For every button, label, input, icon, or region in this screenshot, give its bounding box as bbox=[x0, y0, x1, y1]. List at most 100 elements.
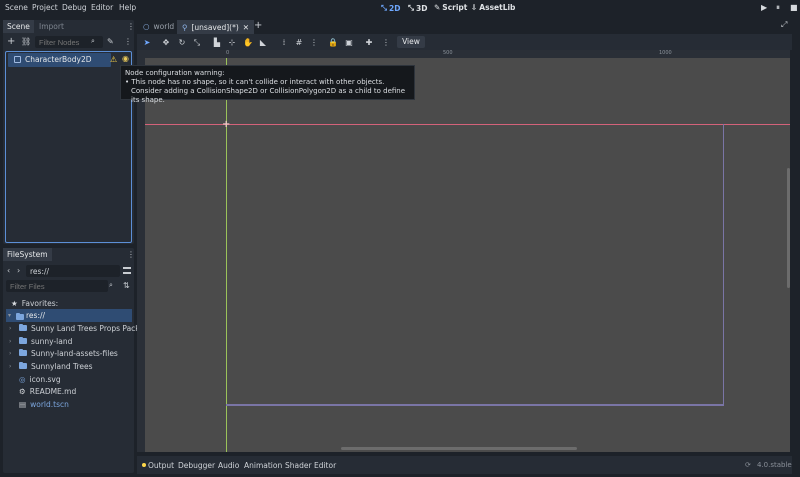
viewport-bounds-bottom bbox=[226, 405, 724, 406]
ruler-tool-icon[interactable]: ◣ bbox=[257, 37, 269, 48]
filter-files-input[interactable] bbox=[6, 280, 108, 292]
ruler-tick: 500 bbox=[443, 50, 453, 56]
folder-icon bbox=[19, 348, 27, 356]
ruler-top: 0 500 1000 bbox=[137, 50, 790, 58]
svg-file-icon: ◎ bbox=[19, 374, 26, 384]
list-item[interactable]: › sunny-land bbox=[9, 335, 72, 347]
mode-2d-button[interactable]: ⤡ 2D bbox=[381, 3, 400, 13]
script-attach-icon[interactable]: ✎ bbox=[107, 37, 114, 46]
sort-icon[interactable]: ⇅ bbox=[123, 281, 130, 290]
warning-icon[interactable]: ⚠ bbox=[110, 55, 117, 64]
tab-debugger[interactable]: Debugger bbox=[178, 461, 215, 470]
visibility-icon[interactable]: ◉ bbox=[122, 54, 129, 63]
menu-scene[interactable]: Scene bbox=[5, 3, 28, 12]
distraction-free-icon[interactable]: ⤢ bbox=[781, 20, 787, 30]
root-row[interactable]: ▾ res:// bbox=[6, 309, 132, 322]
dock-menu-icon[interactable]: ⋮ bbox=[127, 22, 135, 31]
assetlib-button[interactable]: ⇩ AssetLib bbox=[471, 3, 515, 12]
bottom-panel-bar: Output Debugger Audio Animation Shader E… bbox=[137, 456, 792, 474]
scene-node-icon: ○ bbox=[143, 22, 150, 31]
selectable-tool-icon[interactable]: ▙ bbox=[211, 37, 223, 48]
folder-icon bbox=[19, 323, 27, 331]
select-tool-icon[interactable]: ➤ bbox=[141, 37, 153, 48]
node-label: CharacterBody2D bbox=[25, 55, 92, 64]
list-item[interactable]: ⚙ README.md bbox=[9, 385, 76, 397]
mode-3d-button[interactable]: ⤡ 3D bbox=[408, 3, 427, 13]
group-icon[interactable]: ▣ bbox=[343, 37, 355, 48]
list-item[interactable]: ▤ world.tscn bbox=[9, 398, 69, 410]
tree-node-selected[interactable]: CharacterBody2D bbox=[8, 53, 111, 67]
origin-crosshair-icon: + bbox=[222, 119, 231, 130]
vertical-scrollbar[interactable] bbox=[787, 168, 790, 288]
tab-audio[interactable]: Audio bbox=[218, 461, 239, 470]
search-icon: ⌕ bbox=[109, 281, 113, 289]
add-node-icon[interactable]: + bbox=[7, 36, 15, 47]
script-mode-button[interactable]: ✎ Script bbox=[434, 3, 467, 12]
forward-icon[interactable]: › bbox=[17, 266, 20, 275]
add-tab-icon[interactable]: + bbox=[254, 20, 262, 31]
collapse-arrow-icon: › bbox=[9, 324, 12, 332]
scale-tool-icon[interactable]: ⤡ bbox=[191, 37, 203, 48]
bone-icon[interactable]: ✚ bbox=[363, 37, 375, 48]
list-item[interactable]: ◎ icon.svg bbox=[9, 373, 61, 385]
tooltip-title: Node configuration warning: bbox=[125, 69, 225, 77]
version-label: 4.0.stable bbox=[757, 461, 792, 469]
characterbody2d-icon bbox=[14, 56, 21, 63]
path-field[interactable]: res:// bbox=[26, 265, 120, 277]
snap-options-icon[interactable]: ⋮ bbox=[308, 37, 320, 48]
tab-import[interactable]: Import bbox=[35, 20, 68, 33]
menu-project[interactable]: Project bbox=[32, 3, 58, 12]
scene-tree: CharacterBody2D ⚠ ◉ bbox=[5, 51, 132, 243]
update-spinner-icon: ⟳ bbox=[745, 461, 751, 469]
folder-icon bbox=[19, 336, 27, 344]
ruler-tick: 1000 bbox=[659, 50, 672, 56]
grid-snap-icon[interactable]: # bbox=[293, 37, 305, 48]
link-icon[interactable]: ⛓ bbox=[21, 37, 31, 46]
close-icon[interactable]: ✕ bbox=[243, 23, 249, 32]
scene-dock: Scene Import ⋮ + ⛓ ⌕ ✎ ⋮ CharacterBody2D… bbox=[3, 20, 135, 244]
folder-icon bbox=[16, 312, 24, 320]
menu-help[interactable]: Help bbox=[119, 3, 136, 12]
script-icon: ✎ bbox=[434, 3, 441, 12]
tab-shader-editor[interactable]: Shader Editor bbox=[285, 461, 336, 470]
download-icon: ⇩ bbox=[471, 3, 478, 12]
tooltip-line-1: • This node has no shape, so it can't co… bbox=[125, 78, 385, 86]
list-item[interactable]: › Sunny Land Trees Props Pack bbox=[9, 322, 140, 334]
pan-tool-icon[interactable]: ✋ bbox=[242, 37, 254, 48]
tab-animation[interactable]: Animation bbox=[244, 461, 282, 470]
tab-scene[interactable]: Scene bbox=[3, 20, 34, 33]
collapse-arrow-icon: › bbox=[9, 362, 12, 370]
menu-bar: Scene Project Debug Editor Help ⤡ 2D ⤡ 3D … bbox=[0, 0, 800, 16]
menu-debug[interactable]: Debug bbox=[62, 3, 87, 12]
pivot-tool-icon[interactable]: ⊹ bbox=[226, 37, 238, 48]
more-icon[interactable]: ⋮ bbox=[124, 37, 132, 46]
stop-icon[interactable]: ■ bbox=[790, 3, 798, 12]
list-item[interactable]: › Sunny-land-assets-files bbox=[9, 347, 118, 359]
rotate-tool-icon[interactable]: ↻ bbox=[176, 37, 188, 48]
menu-editor[interactable]: Editor bbox=[91, 3, 113, 12]
list-item[interactable]: › Sunnyland Trees bbox=[9, 360, 93, 372]
move-tool-icon[interactable]: ✥ bbox=[160, 37, 172, 48]
tab-world[interactable]: ○ world bbox=[138, 20, 179, 33]
text-file-icon: ⚙ bbox=[19, 386, 26, 396]
collapse-arrow-icon: › bbox=[9, 349, 12, 357]
view-menu-button[interactable]: View bbox=[397, 36, 425, 48]
folder-icon bbox=[19, 361, 27, 369]
tab-output[interactable]: Output bbox=[148, 461, 174, 470]
pause-icon[interactable]: ⏸ bbox=[776, 3, 780, 13]
dock-menu-icon[interactable]: ⋮ bbox=[127, 250, 135, 259]
play-icon[interactable]: ▶ bbox=[761, 3, 767, 12]
lock-icon[interactable]: 🔒 bbox=[327, 37, 339, 48]
layout-toggle-icon[interactable] bbox=[123, 267, 131, 274]
canvas-viewport[interactable]: + bbox=[145, 58, 790, 452]
ruler-left bbox=[137, 58, 145, 452]
more-options-icon[interactable]: ⋮ bbox=[380, 37, 392, 48]
back-icon[interactable]: ‹ bbox=[7, 266, 10, 275]
output-status-dot-icon bbox=[142, 463, 146, 467]
favorites-row[interactable]: ★ Favorites: bbox=[11, 297, 58, 309]
tab-filesystem[interactable]: FileSystem bbox=[3, 248, 52, 261]
tab-unsaved[interactable]: ⚲ [unsaved](*) ✕ bbox=[177, 20, 255, 34]
smart-snap-icon[interactable]: ⁞ bbox=[278, 37, 290, 48]
scene-toolbar: + ⛓ ⌕ ✎ ⋮ bbox=[3, 33, 134, 50]
horizontal-scrollbar[interactable] bbox=[341, 447, 577, 450]
